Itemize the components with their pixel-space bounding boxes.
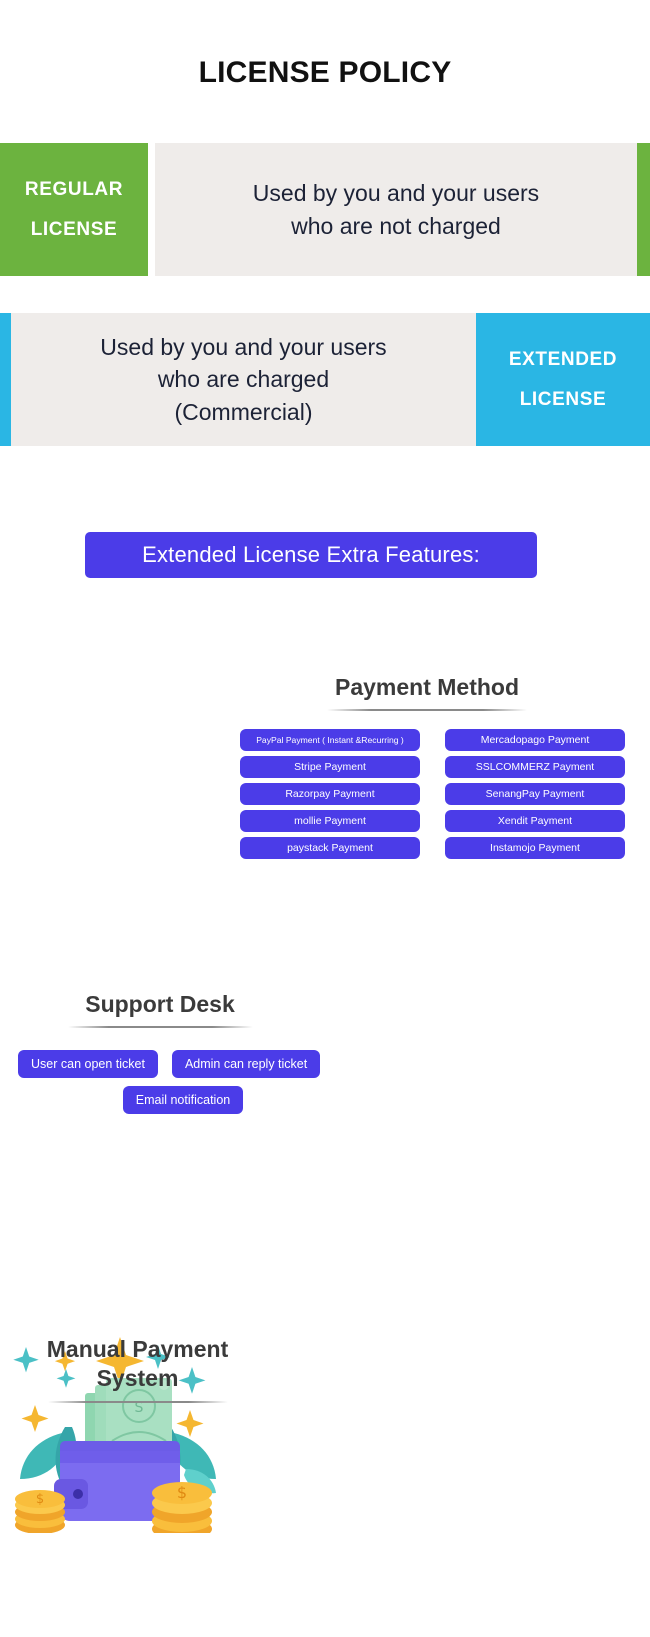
support-button-user-open-ticket[interactable]: User can open ticket (18, 1050, 158, 1078)
license-policy-infographic: LICENSE POLICY REGULAR LICENSE Used by y… (0, 0, 650, 1637)
support-desk-section: Support Desk User can open ticket Admin … (0, 960, 650, 1160)
support-button-email-notification[interactable]: Email notification (122, 1086, 244, 1114)
payment-method-button-grid: PayPal Payment ( Instant &Recurring ) Me… (240, 729, 625, 859)
support-desk-button-row-1: User can open ticket Admin can reply tic… (18, 1050, 348, 1078)
payment-button-stripe[interactable]: Stripe Payment (240, 756, 420, 778)
extended-license-extra-features-banner: Extended License Extra Features: (85, 532, 537, 578)
payment-button-xendit[interactable]: Xendit Payment (445, 810, 625, 832)
manual-payment-heading-wrap: Manual Payment System (20, 1335, 255, 1403)
support-desk-heading: Support Desk (85, 991, 235, 1017)
support-desk-heading-wrap: Support Desk (15, 990, 305, 1029)
payment-button-razorpay[interactable]: Razorpay Payment (240, 783, 420, 805)
payment-method-heading-rule (327, 709, 527, 712)
manual-payment-heading: Manual Payment System (46, 1336, 229, 1392)
extended-license-description: Used by you and your users who are charge… (11, 313, 476, 446)
payment-button-instamojo[interactable]: Instamojo Payment (445, 837, 625, 859)
extended-license-tag-line2: LICENSE (519, 388, 607, 410)
regular-license-tag: REGULAR LICENSE (0, 143, 148, 276)
payment-button-mollie[interactable]: mollie Payment (240, 810, 420, 832)
regular-license-description: Used by you and your users who are not ch… (155, 143, 637, 276)
payment-method-heading-wrap: Payment Method (232, 673, 622, 712)
regular-license-tag-line1: REGULAR (24, 178, 124, 200)
extended-license-tag-line1: EXTENDED (508, 348, 618, 370)
manual-payment-section: Manual PaymentSystem $ (0, 1260, 650, 1540)
payment-button-sslcommerz[interactable]: SSLCOMMERZ Payment (445, 756, 625, 778)
regular-license-tag-line2: LICENSE (30, 218, 118, 240)
regular-license-band: REGULAR LICENSE Used by you and your use… (0, 143, 650, 276)
manual-payment-heading-rule (47, 1400, 228, 1403)
support-desk-heading-rule (67, 1026, 253, 1029)
extended-license-accent-bar (0, 313, 11, 446)
band-gap (148, 143, 155, 276)
payment-button-paypal[interactable]: PayPal Payment ( Instant &Recurring ) (240, 729, 420, 751)
payment-button-paystack[interactable]: paystack Payment (240, 837, 420, 859)
payment-method-section: S $ $ Payment Method PayPal Payment (In… (0, 645, 650, 1533)
page-title: LICENSE POLICY (198, 56, 452, 89)
payment-button-senangpay[interactable]: SenangPay Payment (445, 783, 625, 805)
support-desk-buttons: User can open ticket Admin can reply tic… (18, 1050, 348, 1122)
extended-license-band: Used by you and your users who are charge… (0, 313, 650, 446)
payment-method-heading: Payment Method (334, 674, 520, 700)
support-desk-button-row-2: Email notification (18, 1086, 348, 1114)
payment-button-mercadopago[interactable]: Mercadopago Payment (445, 729, 625, 751)
regular-license-accent-bar (637, 143, 650, 276)
extended-license-tag: EXTENDED LICENSE (476, 313, 650, 446)
support-button-admin-reply-ticket[interactable]: Admin can reply ticket (171, 1050, 321, 1078)
